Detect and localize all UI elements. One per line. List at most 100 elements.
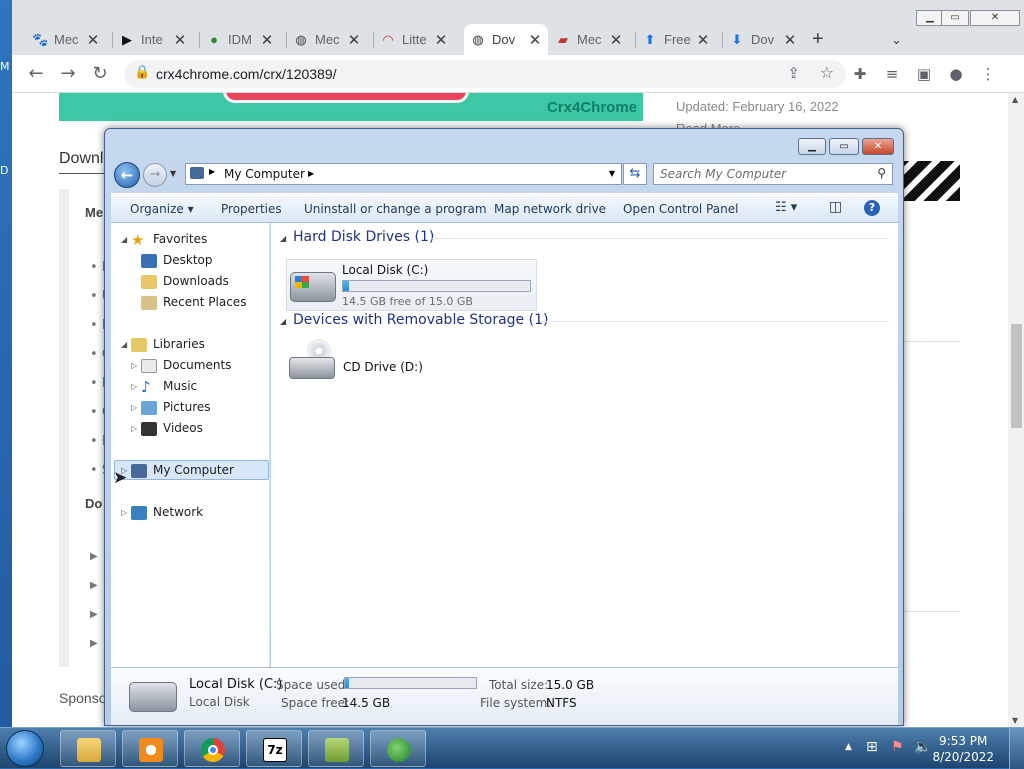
star-icon[interactable]: ☆ [820,63,834,82]
taskbar-explorer[interactable] [60,730,116,767]
menu-icon[interactable]: ⋮ [976,63,1000,85]
uninstall-button[interactable]: Uninstall or change a program [304,202,487,216]
close-icon[interactable]: ✕ [609,31,623,49]
clock[interactable]: 9:53 PM 8/20/2022 [932,733,994,765]
collapse-arrow-icon[interactable]: ◢ [121,340,127,349]
expand-arrow-icon[interactable]: ▷ [131,361,137,370]
expand-arrow[interactable]: ▶ [90,580,98,591]
media-icon[interactable]: ≡ [880,63,904,85]
map-network-drive-button[interactable]: Map network drive [494,202,606,216]
address-bar[interactable]: ▶ My Computer ▶ ▼ [185,163,622,185]
expand-arrow-icon[interactable]: ▷ [131,424,137,433]
close-icon[interactable]: ✕ [173,31,187,49]
nav-pictures[interactable]: Pictures [141,400,211,415]
side-panel-icon[interactable]: ▣ [912,63,936,85]
close-icon[interactable]: ✕ [347,31,361,49]
taskbar-7zip[interactable]: 7z [246,730,302,767]
close-icon[interactable]: ✕ [86,31,100,49]
minimize-button[interactable]: ▁ [798,138,826,155]
share-icon[interactable]: ⇪ [787,64,800,82]
tab[interactable]: ⬆ Free ✕ [636,24,716,55]
new-tab-button[interactable]: + [806,24,836,55]
nav-desktop[interactable]: Desktop [141,253,213,268]
expand-arrow-icon[interactable]: ▷ [131,403,137,412]
nav-libraries[interactable]: Libraries [131,337,205,352]
nav-recent-places[interactable]: Recent Places [141,295,246,310]
collapse-arrow-icon[interactable]: ◢ [280,317,286,326]
refresh-icon[interactable]: ⇆ [623,163,647,185]
forward-icon[interactable]: → [56,63,80,85]
show-hidden-icons-icon[interactable]: ▲ [845,742,852,752]
close-icon[interactable]: ✕ [260,31,274,49]
start-button[interactable] [6,730,44,767]
expand-arrow[interactable]: ▶ [90,609,98,620]
close-icon[interactable]: ✕ [434,31,448,49]
close-button[interactable]: ✕ [862,138,894,155]
action-center-icon[interactable]: ⚑ [891,739,904,755]
tab[interactable]: ▰ Mec ✕ [549,24,629,55]
tab[interactable]: ⬇ Dov ✕ [723,24,803,55]
nav-favorites[interactable]: ★ Favorites [131,232,207,247]
help-icon[interactable]: ? [864,200,880,216]
nav-network[interactable]: Network [131,505,203,520]
collapse-arrow-icon[interactable]: ◢ [280,234,286,243]
scrollbar-thumb[interactable] [1011,324,1022,428]
tab[interactable]: ▶ Inte ✕ [113,24,193,55]
close-icon[interactable]: ✕ [528,31,542,49]
group-header-removable[interactable]: Devices with Removable Storage (1) [293,312,548,328]
maximize-button[interactable]: ▭ [941,10,969,26]
expand-arrow[interactable]: ▶ [90,638,98,649]
network-tray-icon[interactable]: ⊞ [866,739,878,755]
extensions-icon[interactable]: ✚ [848,63,872,85]
reload-icon[interactable]: ↻ [88,63,112,85]
download-heading: Downl [59,150,104,167]
address-bar[interactable]: 🔒 crx4chrome.com/crx/120389/ ⇪ ☆ [124,60,846,88]
back-icon[interactable]: ← [114,162,140,188]
forward-icon[interactable]: → [143,163,167,187]
show-desktop-button[interactable] [1009,728,1024,769]
group-header-hard-disks[interactable]: Hard Disk Drives (1) [293,229,434,245]
nav-my-computer[interactable]: My Computer [131,463,234,478]
expand-arrow-icon[interactable]: ▷ [121,508,127,517]
drive-c-tile[interactable]: Local Disk (C:) 14.5 GB free of 15.0 GB [286,259,537,311]
minimize-button[interactable]: ▁ [916,10,944,26]
taskbar-idm[interactable] [370,730,426,767]
view-options-icon[interactable]: ☷ ▾ [775,200,797,215]
nav-documents[interactable]: Documents [141,358,231,373]
chevron-right-icon[interactable]: ▶ [308,169,314,178]
volume-icon[interactable]: 🔈 [914,739,931,755]
collapse-arrow-icon[interactable]: ◢ [121,235,127,244]
taskbar-archive[interactable] [308,730,364,767]
organize-button[interactable]: Organize ▾ [130,202,194,216]
back-icon[interactable]: ← [24,63,48,85]
banner-ad[interactable]: Crx4Chrome [59,93,643,121]
tab[interactable]: ◍ Mec ✕ [287,24,367,55]
taskbar-chrome[interactable] [184,730,240,767]
recent-pages-icon[interactable]: ▼ [170,169,176,178]
tab-active[interactable]: ◍ Dov ✕ [464,24,548,55]
close-icon[interactable]: ✕ [783,31,797,49]
close-icon[interactable]: ✕ [696,31,710,49]
maximize-button[interactable]: ▭ [829,138,859,155]
page-scrollbar[interactable]: ▲ ▼ [1008,93,1024,727]
expand-arrow-icon[interactable]: ▷ [131,382,137,391]
close-button[interactable]: ✕ [970,10,1020,26]
taskbar-media-player[interactable] [122,730,178,767]
tab-search-icon[interactable]: ⌄ [885,24,909,55]
open-control-panel-button[interactable]: Open Control Panel [623,202,738,216]
expand-arrow[interactable]: ▶ [90,551,98,562]
chevron-down-icon[interactable]: ▼ [609,169,615,178]
search-input[interactable]: Search My Computer ⚲ [653,163,893,185]
tab[interactable]: 🐾 Mec ✕ [26,24,106,55]
properties-button[interactable]: Properties [221,202,282,216]
profile-icon[interactable]: ● [944,63,968,85]
nav-music[interactable]: ♪ Music [141,379,197,394]
chevron-right-icon[interactable]: ▶ [209,167,215,176]
preview-pane-icon[interactable]: ◫ [829,199,842,215]
drive-d-tile[interactable]: CD Drive (D:) [286,339,436,385]
nav-videos[interactable]: Videos [141,421,203,436]
breadcrumb[interactable]: My Computer [224,167,305,181]
tab[interactable]: ● IDM ✕ [200,24,280,55]
tab[interactable]: ◠ Litte ✕ [374,24,454,55]
nav-downloads[interactable]: Downloads [141,274,229,289]
